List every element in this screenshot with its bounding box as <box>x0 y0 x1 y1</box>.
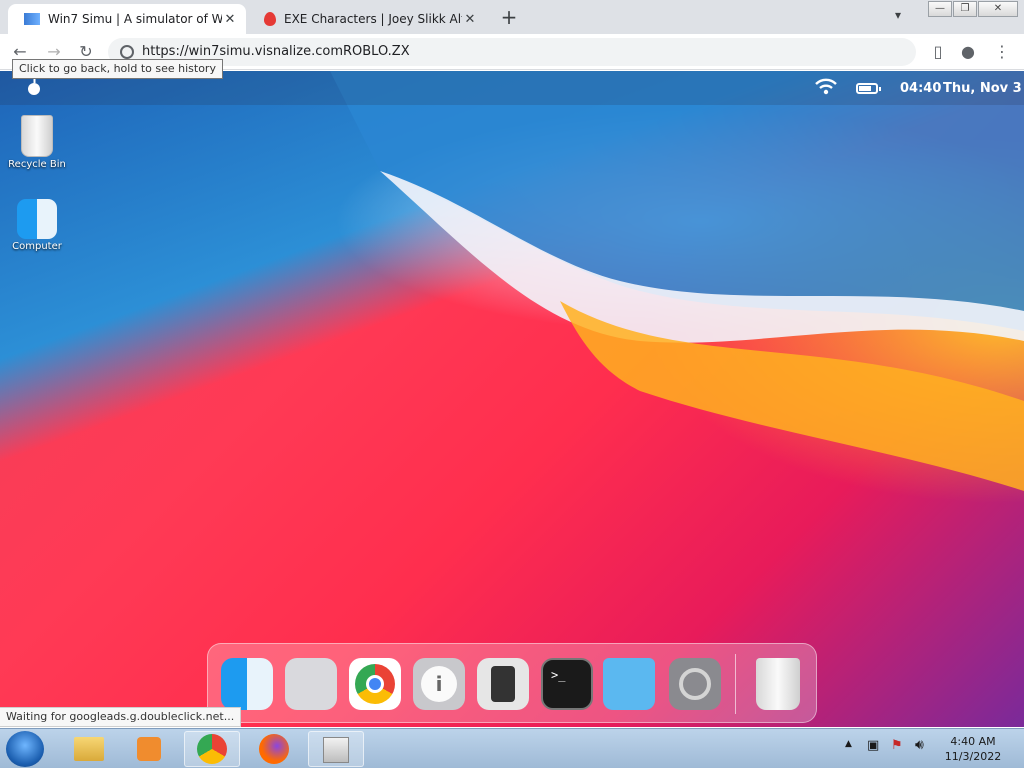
tab-strip: Win7 Simu | A simulator of Wind ✕ EXE Ch… <box>0 0 1024 34</box>
taskbar-time: 4:40 AM <box>950 735 996 748</box>
windows-taskbar: ▲ ▣ ⚑ 🔊︎ 4:40 AM 11/3/2022 <box>0 728 1024 768</box>
close-icon[interactable]: ✕ <box>462 12 478 27</box>
close-window-button[interactable]: ✕ <box>978 1 1018 17</box>
dock-finder-icon[interactable] <box>221 658 273 710</box>
address-url[interactable]: https://win7simu.visnalize.comROBLO.ZX <box>142 44 410 59</box>
back-button-tooltip: Click to go back, hold to see history <box>12 59 223 79</box>
win7-favicon-icon <box>24 13 40 25</box>
dock-folder-icon[interactable] <box>603 658 655 710</box>
desktop-icon-label: Recycle Bin <box>8 159 66 170</box>
chrome-icon <box>197 734 227 764</box>
taskbar-media-player[interactable] <box>122 731 178 767</box>
dock-launchpad-icon[interactable] <box>285 658 337 710</box>
chevron-down-icon[interactable]: ▾ <box>895 8 901 22</box>
computer-icon <box>323 737 349 763</box>
dock-calculator-icon[interactable] <box>477 658 529 710</box>
taskbar-date: 11/3/2022 <box>944 750 1002 763</box>
tab-title: Win7 Simu | A simulator of Wind <box>48 12 222 26</box>
tab-win7simu[interactable]: Win7 Simu | A simulator of Wind ✕ <box>8 4 246 34</box>
maximize-button[interactable]: ❐ <box>953 1 977 17</box>
minimize-button[interactable]: — <box>928 1 952 17</box>
flag-icon[interactable]: ⚑ <box>891 738 903 753</box>
desktop-icon-label: Computer <box>12 241 62 252</box>
desktop-wallpaper: 04:40 Thu, Nov 3 Recycle Bin Computer i … <box>0 71 1024 727</box>
start-button[interactable] <box>6 731 44 767</box>
recycle-bin-icon <box>21 115 53 157</box>
media-player-icon <box>137 737 161 761</box>
taskbar-explorer[interactable] <box>62 731 118 767</box>
wifi-icon[interactable] <box>815 78 837 96</box>
tab-title: EXE Characters | Joey Slikk Alt W <box>284 12 462 26</box>
dock: i >_ <box>207 643 817 723</box>
taskbar-simulator[interactable] <box>308 731 364 767</box>
menu-kebab-icon[interactable]: ⋮ <box>992 42 1012 62</box>
dock-separator <box>735 654 736 714</box>
network-icon[interactable]: ▣ <box>867 738 879 753</box>
menubar-time[interactable]: 04:40 <box>900 81 941 96</box>
dock-terminal-icon[interactable]: >_ <box>541 658 593 710</box>
site-info-icon[interactable] <box>120 45 134 59</box>
profile-avatar-icon[interactable]: ● <box>958 42 978 62</box>
folder-icon <box>74 737 104 761</box>
menubar-date[interactable]: Thu, Nov 3 <box>943 81 1022 96</box>
taskbar-firefox[interactable] <box>246 731 302 767</box>
taskbar-clock[interactable]: 4:40 AM 11/3/2022 <box>940 734 1006 764</box>
volume-icon[interactable]: 🔊︎ <box>915 737 924 753</box>
dock-trash-icon[interactable] <box>756 658 800 710</box>
dock-settings-icon[interactable] <box>669 658 721 710</box>
status-bubble: Waiting for googleads.g.doubleclick.net.… <box>0 707 242 727</box>
dock-info-icon[interactable]: i <box>413 658 465 710</box>
close-icon[interactable]: ✕ <box>222 12 238 27</box>
fire-favicon-icon <box>264 12 276 26</box>
dock-chrome-icon[interactable] <box>349 658 401 710</box>
desktop-icon-computer[interactable]: Computer <box>5 199 69 252</box>
show-hidden-icons-icon[interactable]: ▲ <box>845 739 852 749</box>
wallpaper-waves <box>330 71 1024 491</box>
address-bar[interactable]: https://win7simu.visnalize.comROBLO.ZX <box>108 38 916 66</box>
taskbar-chrome[interactable] <box>184 731 240 767</box>
tab-exe-characters[interactable]: EXE Characters | Joey Slikk Alt W ✕ <box>248 4 486 34</box>
firefox-icon <box>259 734 289 764</box>
finder-icon <box>17 199 57 239</box>
desktop-icon-recycle-bin[interactable]: Recycle Bin <box>5 115 69 170</box>
apple-icon[interactable] <box>24 77 44 97</box>
battery-icon[interactable] <box>856 83 881 94</box>
new-tab-button[interactable]: + <box>497 6 521 30</box>
sidebar-icon[interactable]: ▯ <box>928 42 948 62</box>
